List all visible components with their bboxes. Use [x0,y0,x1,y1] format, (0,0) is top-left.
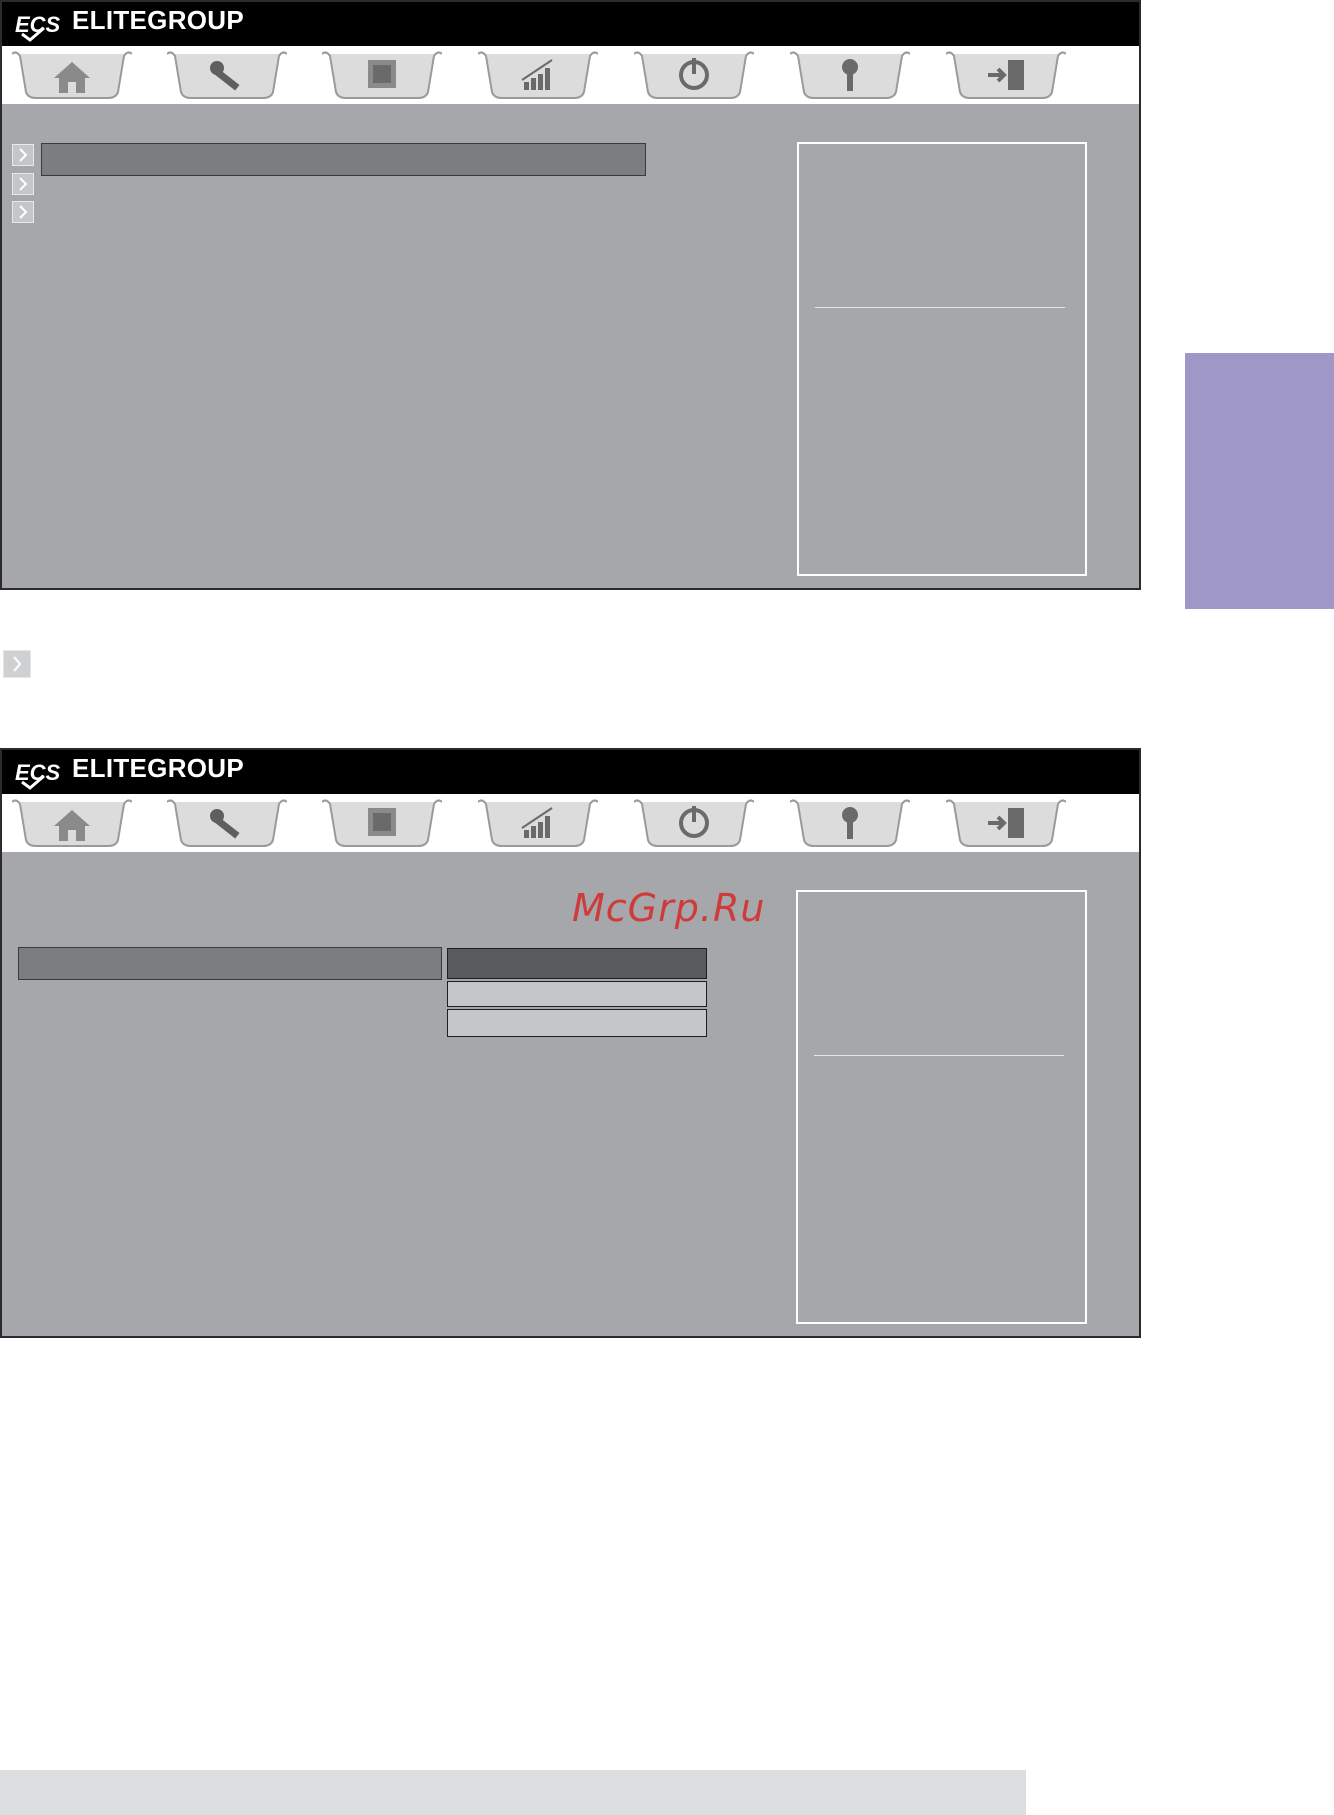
submenu-arrow-glyph [3,650,31,678]
help-divider [814,1055,1064,1056]
ecs-logo: ECS [15,760,61,790]
tab-security[interactable] [790,798,910,848]
tab-advanced[interactable] [167,798,287,848]
tab-main[interactable] [12,798,132,848]
tab-chipset[interactable] [322,798,442,848]
chip-icon [368,808,396,836]
tab-power[interactable] [634,798,754,848]
tab-performance[interactable] [478,50,598,100]
tab-power[interactable] [634,50,754,100]
tab-advanced[interactable] [167,50,287,100]
option-selected[interactable] [447,948,707,979]
submenu-arrow-2[interactable] [12,173,34,195]
help-divider [815,307,1065,308]
tab-chipset[interactable] [322,50,442,100]
bios-screen-options: ECS ELITEGROUP [0,748,1141,1338]
main-tab-strip [2,794,1139,852]
help-panel [796,890,1087,1324]
submenu-arrow-1[interactable] [12,144,34,166]
setting-row-selected[interactable] [18,947,442,980]
option-item[interactable] [447,1009,707,1037]
tab-exit[interactable] [946,798,1066,848]
bios-screen-main: ECS ELITEGROUP [0,0,1141,590]
chip-icon [368,60,396,88]
tab-main[interactable] [12,50,132,100]
chapter-side-tab [1185,353,1334,609]
title-bar: ECS ELITEGROUP [2,750,1139,794]
ecs-logo: ECS [15,12,61,42]
tab-performance[interactable] [478,798,598,848]
brand-name: ELITEGROUP [72,753,245,783]
brand-name: ELITEGROUP [72,5,245,35]
footer-bar [0,1770,1026,1815]
tab-security[interactable] [790,50,910,100]
tab-exit[interactable] [946,50,1066,100]
main-tab-strip [2,46,1139,104]
title-bar: ECS ELITEGROUP [2,2,1139,46]
submenu-arrow-3[interactable] [12,201,34,223]
menu-item-selected[interactable] [41,143,646,176]
watermark-text: McGrp.Ru [572,886,766,930]
help-panel [797,142,1087,576]
option-item[interactable] [447,981,707,1007]
